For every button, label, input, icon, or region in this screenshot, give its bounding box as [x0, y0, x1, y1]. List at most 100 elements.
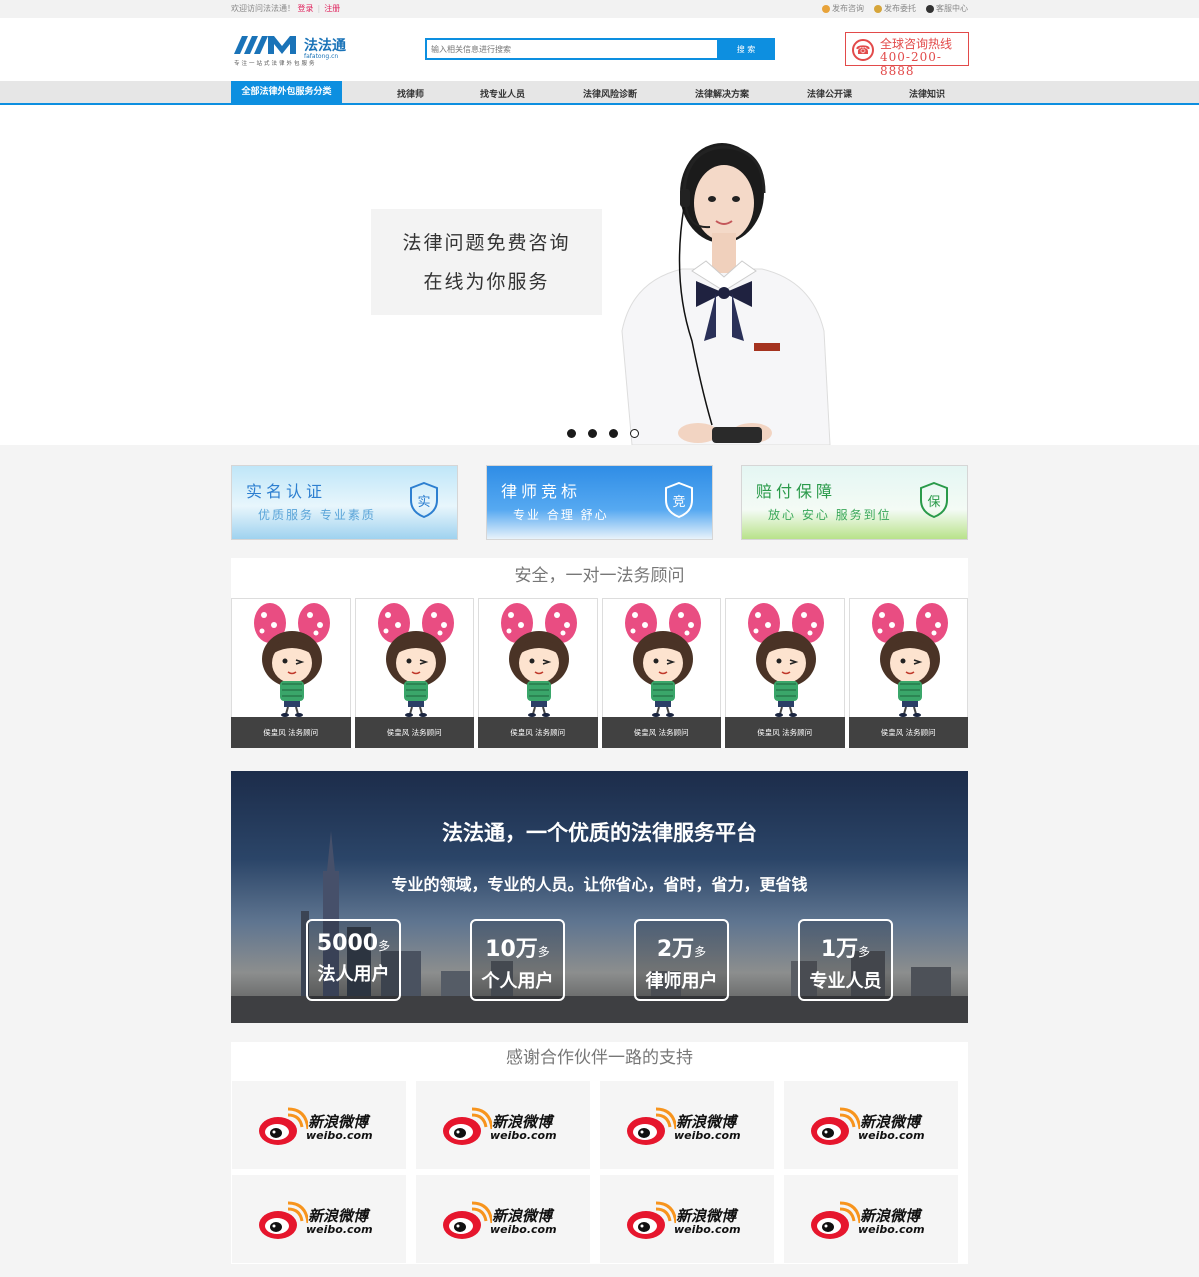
service-icon	[926, 5, 934, 13]
banner-caption: 法律问题免费咨询 在线为你服务	[371, 209, 602, 315]
partner-logo-card[interactable]: 新浪微博 weibo.com	[232, 1081, 406, 1169]
login-link[interactable]: 登录	[298, 4, 314, 13]
carousel-dots	[567, 429, 639, 438]
stat-label: 专业人员	[809, 971, 882, 992]
main-nav: 全部法律外包服务分类 找律师 找专业人员 法律风险诊断 法律解决方案 法律公开课…	[0, 81, 1199, 105]
nav-item-risk-diagnosis[interactable]: 法律风险诊断	[583, 87, 637, 100]
advisor-caption: 侯皇风 法务顾问	[231, 717, 351, 748]
phone-icon: ☎	[852, 39, 874, 61]
search-bar: 搜 索	[425, 38, 775, 60]
advisor-caption: 侯皇风 法务顾问	[478, 717, 598, 748]
shield-icon: 保	[920, 482, 948, 518]
all-categories-button[interactable]: 全部法律外包服务分类	[231, 81, 342, 105]
carousel-dot-3[interactable]	[609, 429, 618, 438]
logo-mark-icon	[234, 36, 296, 54]
nav-item-find-professional[interactable]: 找专业人员	[480, 87, 525, 100]
stat-label: 个人用户	[481, 971, 554, 992]
service-center-link[interactable]: 客服中心	[926, 0, 968, 18]
banner-line-1: 法律问题免费咨询	[402, 232, 571, 254]
hero-banner[interactable]: 法律问题免费咨询 在线为你服务	[0, 105, 1199, 445]
cartoon-girl-avatar	[254, 603, 330, 717]
partner-domain: weibo.com	[674, 1223, 741, 1236]
carousel-dot-2[interactable]	[588, 429, 597, 438]
welcome-area: 欢迎访问法法通！ 登录 | 注册	[231, 4, 341, 13]
partner-domain: weibo.com	[306, 1223, 373, 1236]
feature-title: 律师竞标	[501, 482, 582, 501]
partner-logo-card[interactable]: 新浪微博 weibo.com	[232, 1175, 406, 1263]
banner-line-2: 在线为你服务	[423, 271, 550, 293]
stat-label: 法人用户	[317, 964, 390, 985]
stat-individual-users: 10万多 个人用户	[470, 919, 565, 1001]
nav-item-legal-solution[interactable]: 法律解决方案	[695, 87, 749, 100]
publish-consult-link[interactable]: 发布咨询	[822, 0, 864, 18]
stat-unit: 多	[537, 945, 550, 959]
advisor-card[interactable]: 侯皇风 法务顾问	[231, 598, 351, 748]
carousel-dot-4[interactable]	[630, 429, 639, 438]
shield-icon: 竞	[665, 482, 693, 518]
advisor-card[interactable]: 侯皇风 法务顾问	[848, 598, 968, 748]
publish-commission-label: 发布委托	[884, 4, 916, 13]
logo-slogan: 专注一站式法律外包服务	[234, 61, 317, 67]
partner-domain: weibo.com	[858, 1223, 925, 1236]
partners-grid: 新浪微博 weibo.com 新浪微博 weibo.com 新浪微博 weibo.com 新…	[231, 1078, 968, 1263]
logo-text: 法法通	[304, 38, 346, 54]
register-link[interactable]: 注册	[324, 4, 340, 13]
advisor-caption: 侯皇风 法务顾问	[725, 717, 845, 748]
carousel-dot-1[interactable]	[567, 429, 576, 438]
partner-logo-card[interactable]: 新浪微博 weibo.com	[600, 1081, 774, 1169]
shield-label: 保	[927, 495, 940, 510]
stat-corporate-users: 5000多 法人用户	[306, 919, 401, 1001]
platform-subtitle: 专业的领域，专业的人员。让你省心，省时，省力，更省钱	[391, 875, 808, 894]
search-button[interactable]: 搜 索	[717, 38, 775, 60]
welcome-text: 欢迎访问法法通！	[231, 4, 295, 13]
feature-real-name[interactable]: 实名认证 优质服务 专业素质 实	[231, 465, 458, 540]
partners-section: 感谢合作伙伴一路的支持 新浪微博 weibo.com 新浪微博 weibo.com 新浪…	[231, 1042, 968, 1264]
partner-logo-card[interactable]: 新浪微博 weibo.com	[784, 1081, 958, 1169]
shield-label: 竞	[672, 494, 685, 510]
weibo-eye-icon	[627, 1201, 676, 1239]
cartoon-girl-avatar	[871, 603, 948, 717]
partner-logo-card[interactable]: 新浪微博 weibo.com	[600, 1175, 774, 1263]
partner-domain: weibo.com	[306, 1129, 373, 1142]
search-input[interactable]	[425, 38, 717, 60]
weibo-eye-icon	[627, 1107, 676, 1145]
platform-title: 法法通，一个优质的法律服务平台	[442, 821, 757, 845]
nav-item-find-lawyer[interactable]: 找律师	[397, 87, 424, 100]
stat-number: 10万	[485, 937, 538, 962]
advisor-caption: 侯皇风 法务顾问	[354, 717, 474, 748]
partner-logo-card[interactable]: 新浪微博 weibo.com	[416, 1081, 590, 1169]
advisor-card[interactable]: 侯皇风 法务顾问	[354, 598, 474, 748]
partner-domain: weibo.com	[858, 1129, 925, 1142]
shield-icon: 实	[410, 482, 438, 518]
publish-commission-link[interactable]: 发布委托	[874, 0, 916, 18]
weibo-eye-icon	[259, 1107, 308, 1145]
advisor-card[interactable]: 侯皇风 法务顾问	[725, 598, 845, 748]
weibo-eye-icon	[443, 1201, 492, 1239]
publish-consult-label: 发布咨询	[832, 4, 864, 13]
feature-badges: 实名认证 优质服务 专业素质 实 律师竞标 专业 合理 舒心 竞 赔付保障 放心…	[231, 465, 968, 540]
stat-professionals: 1万多 专业人员	[798, 919, 893, 1001]
header: 法法通 fafatong.cn 专注一站式法律外包服务 搜 索 ☎ 全球咨询热线…	[0, 18, 1199, 81]
advisor-caption: 侯皇风 法务顾问	[601, 717, 721, 748]
feature-lawyer-bid[interactable]: 律师竞标 专业 合理 舒心 竞	[486, 465, 713, 540]
nav-item-legal-knowledge[interactable]: 法律知识	[909, 87, 945, 100]
partner-domain: weibo.com	[490, 1223, 557, 1236]
feature-subtitle: 优质服务 专业素质	[258, 508, 376, 522]
cartoon-girl-avatar	[748, 603, 824, 717]
feature-compensation[interactable]: 赔付保障 放心 安心 服务到位 保	[741, 465, 968, 540]
feature-subtitle: 专业 合理 舒心	[513, 508, 609, 522]
hotline-number: 400-200-8888	[880, 50, 942, 78]
feature-title: 赔付保障	[756, 482, 837, 501]
stat-lawyer-users: 2万多 律师用户	[634, 919, 729, 1001]
partner-logo-card[interactable]: 新浪微博 weibo.com	[784, 1175, 958, 1263]
hotline-box: ☎ 全球咨询热线 400-200-8888	[845, 32, 969, 78]
advisor-card[interactable]: 侯皇风 法务顾问	[478, 598, 598, 748]
advisors-section: 安全，一对一法务顾问 侯皇风 法务顾问 侯皇风 法务顾问 侯皇风 法务顾问 侯皇风 法…	[231, 558, 968, 748]
weibo-eye-icon	[259, 1201, 308, 1239]
stat-label: 律师用户	[645, 971, 718, 992]
logo[interactable]: 法法通 fafatong.cn 专注一站式法律外包服务	[234, 34, 350, 67]
nav-item-open-course[interactable]: 法律公开课	[807, 87, 852, 100]
advisor-card[interactable]: 侯皇风 法务顾问	[601, 598, 721, 748]
partner-logo-card[interactable]: 新浪微博 weibo.com	[416, 1175, 590, 1263]
stat-unit: 多	[858, 945, 871, 959]
